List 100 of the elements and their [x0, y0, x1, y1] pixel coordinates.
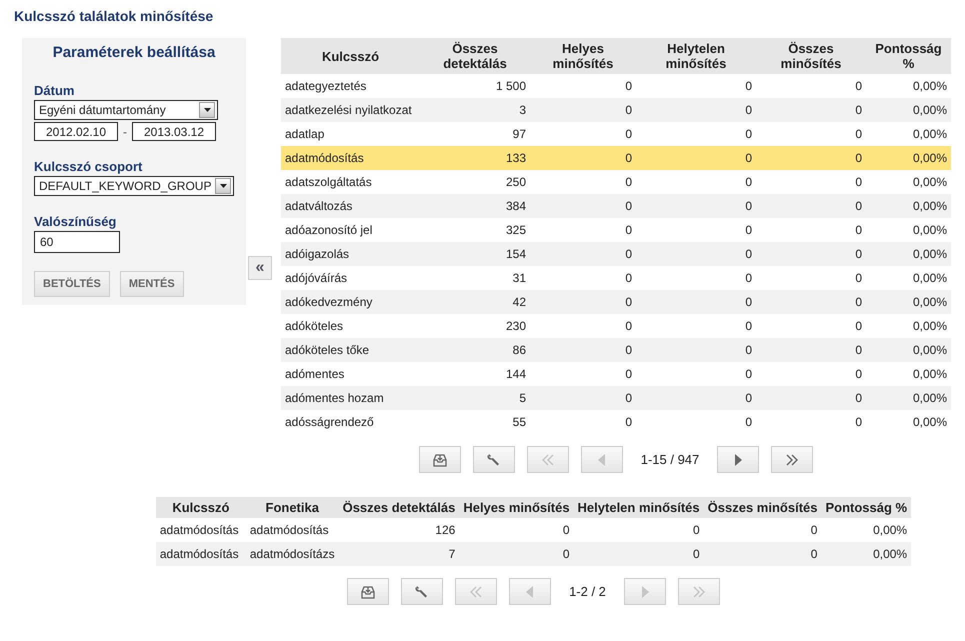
probability-field[interactable]: 60 — [34, 231, 120, 253]
table-cell: 5 — [420, 386, 530, 410]
table-cell: adómentes hozam — [281, 386, 420, 410]
table-cell: 0,00% — [866, 338, 951, 362]
date-to-field[interactable]: 2013.03.12 — [132, 122, 216, 141]
page-info: 1-15 / 947 — [640, 452, 700, 467]
save-button[interactable]: MENTÉS — [120, 271, 184, 297]
table-cell: 0,00% — [866, 146, 951, 170]
table-cell: 0 — [636, 218, 756, 242]
export-button[interactable] — [418, 446, 461, 473]
table-cell: 133 — [420, 146, 530, 170]
load-button[interactable]: BETÖLTÉS — [34, 271, 110, 297]
table-cell: 0,00% — [821, 518, 912, 542]
keyword-group-dropdown[interactable]: DEFAULT_KEYWORD_GROUP — [34, 176, 234, 196]
date-from-field[interactable]: 2012.02.10 — [34, 122, 118, 141]
column-header: Pontosság % — [866, 38, 951, 74]
table-cell: 0 — [756, 386, 866, 410]
double-right-icon — [690, 584, 707, 600]
table-cell: 0,00% — [866, 242, 951, 266]
table-cell: 0 — [756, 218, 866, 242]
table-cell: 0 — [756, 266, 866, 290]
table-cell: adatkezelési nyilatkozat — [281, 98, 420, 122]
settings-button[interactable] — [401, 578, 444, 605]
table-cell: 0 — [704, 542, 822, 566]
table-cell: 0 — [756, 74, 866, 98]
table-cell: 0 — [756, 146, 866, 170]
table-cell: 0,00% — [866, 314, 951, 338]
double-left-icon — [468, 584, 484, 600]
column-header: Helytelen minősítés — [636, 38, 756, 74]
date-separator: - — [122, 124, 128, 138]
table-cell: 0 — [636, 290, 756, 314]
table-cell: 0 — [530, 146, 636, 170]
table-cell: 0 — [756, 98, 866, 122]
table-cell: 0,00% — [821, 542, 912, 566]
table-cell: 0 — [574, 542, 704, 566]
table-cell: adategyeztetés — [281, 74, 420, 98]
panel-title: Paraméterek beállítása — [52, 44, 216, 61]
table-cell: 0 — [756, 242, 866, 266]
field-label: Valószínűség — [34, 214, 118, 229]
table-cell: adójóváírás — [281, 266, 420, 290]
table-cell: 0 — [530, 170, 636, 194]
table-cell: adatszolgáltatás — [281, 170, 420, 194]
table-cell: 0,00% — [866, 194, 951, 218]
table-cell: 1 500 — [420, 74, 530, 98]
column-header: Összes detektálás — [338, 497, 460, 518]
wrench-icon — [486, 452, 502, 468]
next-page-button[interactable] — [717, 446, 760, 473]
table-cell: 0 — [530, 122, 636, 146]
table-cell: 0 — [756, 122, 866, 146]
settings-button[interactable] — [472, 446, 515, 473]
table-cell: adatlap — [281, 122, 420, 146]
table-cell: 31 — [420, 266, 530, 290]
table-cell: 0 — [636, 98, 756, 122]
table-cell: 0 — [530, 338, 636, 362]
table-cell: 0,00% — [866, 290, 951, 314]
table-cell: 0,00% — [866, 386, 951, 410]
table-cell: 0,00% — [866, 74, 951, 98]
table-cell: 0 — [756, 338, 866, 362]
column-header: Fonetika — [246, 497, 339, 518]
table-cell: 0 — [530, 74, 636, 98]
table-cell: adóigazolás — [281, 242, 420, 266]
table-cell: adóazonosító jel — [281, 218, 420, 242]
table-cell: 0,00% — [866, 218, 951, 242]
table-cell: 0 — [636, 362, 756, 386]
table-cell: adatmódosítázs — [246, 542, 339, 566]
table-cell: 0 — [636, 146, 756, 170]
table-cell: adatmódosítás — [156, 518, 246, 542]
table-cell: 0 — [636, 194, 756, 218]
column-header: Kulcsszó — [156, 497, 246, 518]
inbox-icon — [360, 584, 376, 600]
export-button[interactable] — [347, 578, 390, 605]
field-label: Dátum — [34, 83, 76, 98]
table-cell: 0 — [530, 290, 636, 314]
table-cell: 126 — [338, 518, 460, 542]
collapse-button[interactable]: « — [248, 256, 272, 280]
table-cell: 0 — [636, 74, 756, 98]
table-cell: 384 — [420, 194, 530, 218]
table-cell: 0 — [756, 194, 866, 218]
table-cell: 0 — [530, 314, 636, 338]
table-cell: 154 — [420, 242, 530, 266]
table-cell: 0 — [530, 362, 636, 386]
table-cell: adómentes — [281, 362, 420, 386]
column-header: Összes minősítés — [704, 497, 822, 518]
double-right-icon — [784, 452, 800, 468]
table-cell: 0,00% — [866, 98, 951, 122]
table-cell: 0 — [636, 170, 756, 194]
table-cell: 97 — [420, 122, 530, 146]
table-cell: 0 — [530, 194, 636, 218]
table-cell: 0 — [574, 518, 704, 542]
column-header: Összes detektálás — [420, 38, 530, 74]
table-cell: 0 — [530, 266, 636, 290]
page-info: 1-2 / 2 — [569, 584, 606, 599]
last-page-button[interactable] — [771, 446, 814, 473]
column-header: Kulcsszó — [281, 38, 420, 74]
table-cell: 0 — [636, 266, 756, 290]
table-cell: adatmódosítás — [156, 542, 246, 566]
table-cell: 0 — [530, 386, 636, 410]
date-range-dropdown[interactable]: Egyéni dátumtartomány — [34, 100, 218, 120]
table-cell: 0 — [704, 518, 822, 542]
table-cell: 250 — [420, 170, 530, 194]
